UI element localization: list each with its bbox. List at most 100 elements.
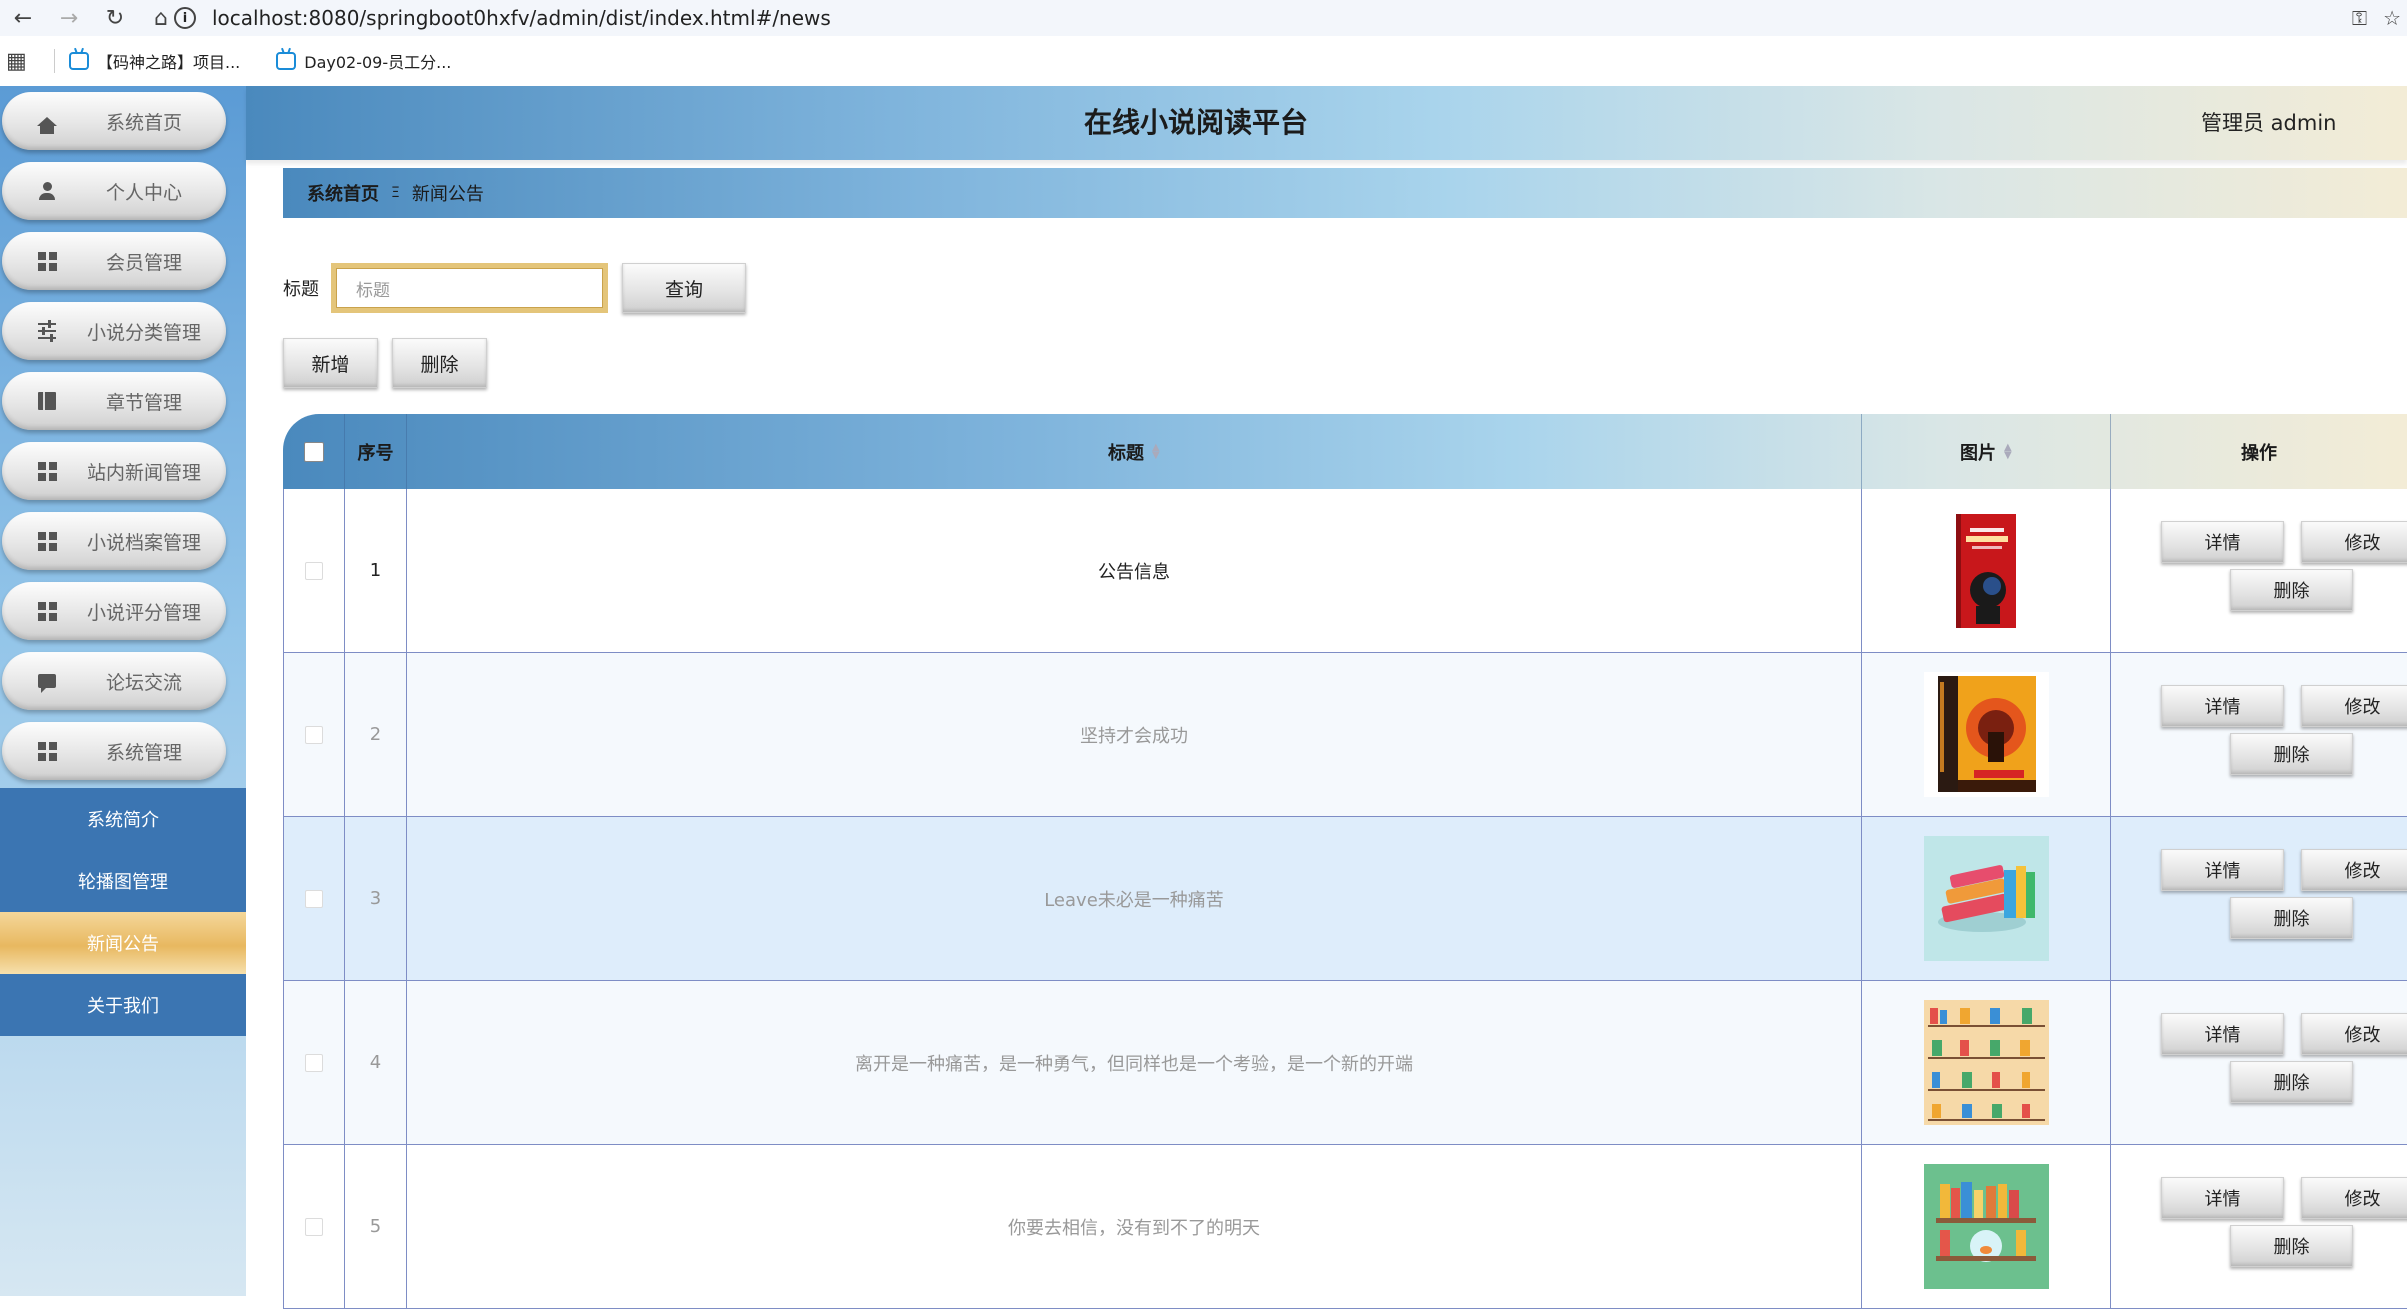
detail-button[interactable]: 详情 xyxy=(2161,521,2284,563)
row-checkbox[interactable] xyxy=(305,561,323,580)
row-index: 1 xyxy=(345,489,407,652)
header-title[interactable]: 标题 ▲ ▼ xyxy=(407,414,1862,489)
site-info-icon[interactable]: i xyxy=(174,7,196,29)
sidebar-item-label: 系统管理 xyxy=(105,741,182,764)
sidebar-item-label: 论坛交流 xyxy=(105,671,182,694)
system-submenu: 系统简介 轮播图管理 新闻公告 关于我们 xyxy=(0,788,246,1036)
delete-button[interactable]: 删除 xyxy=(2230,733,2353,775)
grid-icon xyxy=(36,600,58,622)
row-ops-cell: 详情 修改 删除 xyxy=(2111,653,2407,816)
reload-icon[interactable]: ↻ xyxy=(92,0,138,36)
select-all-checkbox[interactable] xyxy=(303,441,324,462)
key-icon[interactable]: ⚿ xyxy=(2352,6,2367,30)
row-title: Leave未必是一种痛苦 xyxy=(407,817,1862,980)
sort-icon[interactable]: ▲ ▼ xyxy=(1152,442,1160,460)
breadcrumb: 系统首页 Ξ 新闻公告 xyxy=(283,168,2407,218)
home-icon xyxy=(36,110,58,134)
sidebar-item-forum[interactable]: 论坛交流 xyxy=(2,652,226,710)
bookmark-label: Day02-09-员工分... xyxy=(304,53,452,72)
edit-button[interactable]: 修改 xyxy=(2301,849,2407,891)
sidebar-item-home[interactable]: 系统首页 xyxy=(2,92,226,150)
row-index: 5 xyxy=(345,1145,407,1308)
row-checkbox[interactable] xyxy=(305,1053,323,1072)
sidebar-item-profile[interactable]: 个人中心 xyxy=(2,162,226,220)
sort-icon[interactable]: ▲ ▼ xyxy=(2004,442,2012,460)
table-row: 3 Leave未必是一种痛苦 详情 修改 删除 xyxy=(283,817,2407,981)
detail-button[interactable]: 详情 xyxy=(2161,1013,2284,1055)
app-header: 在线小说阅读平台 管理员 admin xyxy=(246,86,2407,160)
sidebar-item-label: 小说评分管理 xyxy=(86,601,201,624)
search-label: 标题 xyxy=(283,279,319,300)
row-index: 4 xyxy=(345,981,407,1144)
detail-button[interactable]: 详情 xyxy=(2161,849,2284,891)
row-title: 公告信息 xyxy=(407,489,1862,652)
batch-delete-button[interactable]: 删除 xyxy=(392,338,487,388)
row-ops-cell: 详情 修改 删除 xyxy=(2111,981,2407,1144)
sidebar-item-novel-archive[interactable]: 小说档案管理 xyxy=(2,512,226,570)
sidebar-item-novel-rating[interactable]: 小说评分管理 xyxy=(2,582,226,640)
title-search-input[interactable]: 标题 xyxy=(331,263,608,313)
browser-toolbar: ← → ↻ ⌂ i localhost:8080/springboot0hxfv… xyxy=(0,0,2407,36)
delete-button[interactable]: 删除 xyxy=(2230,569,2353,611)
row-index: 3 xyxy=(345,817,407,980)
apps-icon[interactable]: ▦ xyxy=(6,49,40,74)
bilibili-icon xyxy=(276,52,297,70)
row-image-cell xyxy=(1862,489,2111,652)
chat-icon xyxy=(36,670,58,693)
submenu-item-carousel[interactable]: 轮播图管理 xyxy=(0,850,246,912)
delete-button[interactable]: 删除 xyxy=(2230,1225,2353,1267)
submenu-item-news[interactable]: 新闻公告 xyxy=(0,912,246,974)
header-image[interactable]: 图片 ▲ ▼ xyxy=(1862,414,2111,489)
row-select-cell xyxy=(283,489,345,652)
sidebar-item-label: 站内新闻管理 xyxy=(86,461,201,484)
forward-icon[interactable]: → xyxy=(46,0,92,36)
sliders-icon xyxy=(36,320,58,342)
bookmark-item[interactable]: 【码神之路】项目... xyxy=(69,49,240,73)
sidebar-item-members[interactable]: 会员管理 xyxy=(2,232,226,290)
header-image-label: 图片 xyxy=(1960,442,1996,464)
edit-button[interactable]: 修改 xyxy=(2301,1013,2407,1055)
row-title: 离开是一种痛苦，是一种勇气，但同样也是一个考验，是一个新的开端 xyxy=(407,981,1862,1144)
row-ops-cell: 详情 修改 删除 xyxy=(2111,489,2407,652)
bookmark-divider xyxy=(54,49,55,73)
bookmark-item[interactable]: Day02-09-员工分... xyxy=(276,49,451,73)
table-row: 4 离开是一种痛苦，是一种勇气，但同样也是一个考验，是一个新的开端 详情 修改 … xyxy=(283,981,2407,1145)
address-bar[interactable]: i localhost:8080/springboot0hxfv/admin/d… xyxy=(174,0,831,36)
breadcrumb-separator-icon: Ξ xyxy=(391,185,400,201)
sidebar-item-categories[interactable]: 小说分类管理 xyxy=(2,302,226,360)
breadcrumb-home[interactable]: 系统首页 xyxy=(307,180,379,206)
row-select-cell xyxy=(283,981,345,1144)
edit-button[interactable]: 修改 xyxy=(2301,685,2407,727)
delete-button[interactable]: 删除 xyxy=(2230,897,2353,939)
detail-button[interactable]: 详情 xyxy=(2161,685,2284,727)
row-checkbox[interactable] xyxy=(305,1217,323,1236)
action-row: 新增 删除 xyxy=(283,338,487,388)
edit-button[interactable]: 修改 xyxy=(2301,521,2407,563)
row-checkbox[interactable] xyxy=(305,725,323,744)
sidebar-item-chapters[interactable]: 章节管理 xyxy=(2,372,226,430)
sidebar-item-system[interactable]: 系统管理 xyxy=(2,722,226,780)
bookmarks-bar: ▦ 【码神之路】项目... Day02-09-员工分... xyxy=(0,36,2407,86)
add-button[interactable]: 新增 xyxy=(283,338,378,388)
submenu-item-intro[interactable]: 系统简介 xyxy=(0,788,246,850)
book-icon xyxy=(36,390,58,412)
star-icon[interactable]: ☆ xyxy=(2383,6,2401,30)
row-title: 坚持才会成功 xyxy=(407,653,1862,816)
row-image-cell xyxy=(1862,1145,2111,1308)
breadcrumb-current: 新闻公告 xyxy=(411,184,484,205)
header-title-label: 标题 xyxy=(1108,442,1144,464)
url-text: localhost:8080/springboot0hxfv/admin/dis… xyxy=(212,6,831,30)
back-icon[interactable]: ← xyxy=(0,0,46,36)
edit-button[interactable]: 修改 xyxy=(2301,1177,2407,1219)
sidebar-item-label: 会员管理 xyxy=(105,251,182,274)
delete-button[interactable]: 删除 xyxy=(2230,1061,2353,1103)
sidebar-item-site-news[interactable]: 站内新闻管理 xyxy=(2,442,226,500)
grid-icon xyxy=(36,740,58,762)
submenu-item-about[interactable]: 关于我们 xyxy=(0,974,246,1036)
sidebar-item-label: 个人中心 xyxy=(105,181,182,204)
row-checkbox[interactable] xyxy=(305,889,323,908)
row-title: 你要去相信，没有到不了的明天 xyxy=(407,1145,1862,1308)
table-row: 1 公告信息 详情 修改 删除 xyxy=(283,489,2407,653)
detail-button[interactable]: 详情 xyxy=(2161,1177,2284,1219)
query-button[interactable]: 查询 xyxy=(622,263,746,313)
